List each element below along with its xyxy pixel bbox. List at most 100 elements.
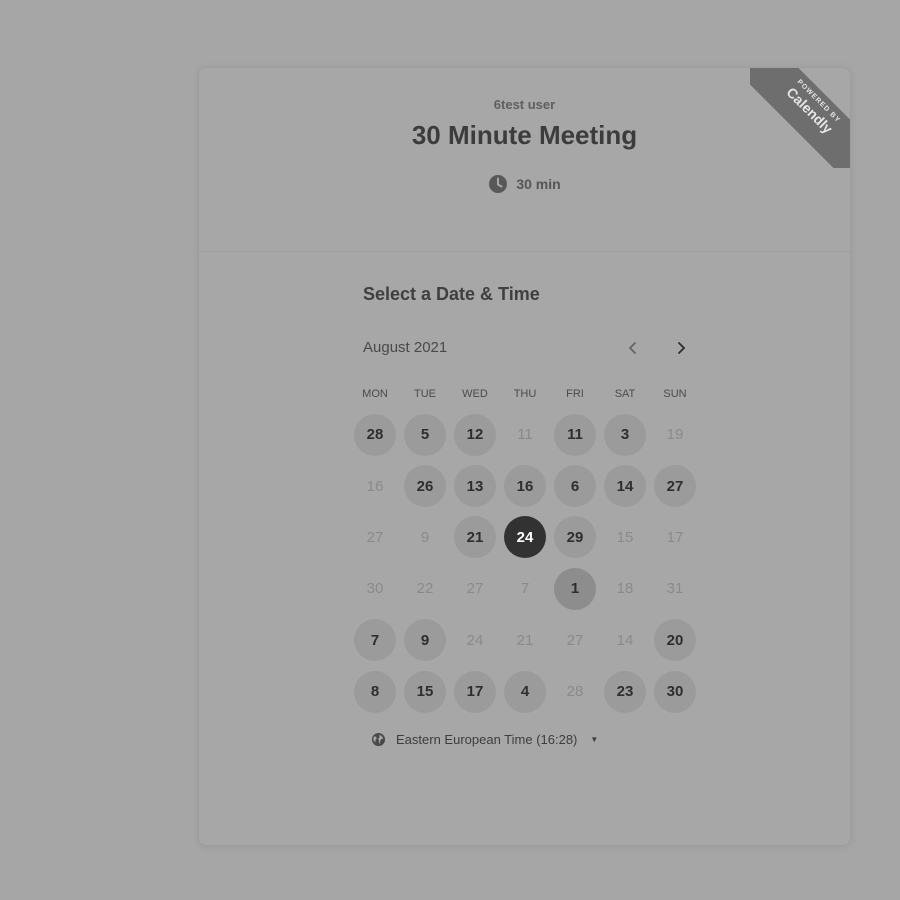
date-button[interactable]: 8 <box>354 670 396 713</box>
date-button[interactable]: 5 <box>404 413 446 456</box>
date-button[interactable]: 6 <box>554 465 596 508</box>
calendar-week-row: 7 9 24 21 27 14 20 <box>350 615 700 666</box>
calendar-week-row: 28 5 12 11 11 3 19 <box>350 409 700 460</box>
event-duration: 30 min <box>199 174 850 194</box>
calendar-cell: 21 <box>500 615 550 666</box>
calendar-cell: 14 <box>600 615 650 666</box>
calendar-cell: 26 <box>400 460 450 511</box>
date-button[interactable]: 30 <box>654 670 696 713</box>
date-button[interactable]: 12 <box>454 413 496 456</box>
weekday-label: TUE <box>414 388 436 400</box>
date-button[interactable]: 3 <box>604 413 646 456</box>
calendar-cell: 8 <box>350 666 400 717</box>
unavailable-date: 9 <box>420 528 430 546</box>
clock-icon <box>488 174 508 194</box>
date-button[interactable]: 9 <box>404 619 446 662</box>
calendar-cell: 31 <box>650 563 700 614</box>
next-month-button[interactable] <box>667 334 695 362</box>
date-button[interactable]: 15 <box>404 670 446 713</box>
calendar-cell: 16 <box>350 460 400 511</box>
calendar-cell: 17 <box>450 666 500 717</box>
unavailable-date: 17 <box>666 528 684 546</box>
calendar-cell: 7 <box>350 615 400 666</box>
unavailable-date: 27 <box>566 631 584 649</box>
calendar-cell: 27 <box>650 460 700 511</box>
weekday-label: FRI <box>566 388 584 400</box>
weekday-header: MON TUE WED THU FRI SAT SUN <box>350 388 700 400</box>
unavailable-date: 21 <box>516 631 534 649</box>
unavailable-date: 18 <box>616 580 634 598</box>
date-button[interactable]: 20 <box>654 619 696 662</box>
date-button[interactable]: 1 <box>554 567 596 610</box>
unavailable-date: 27 <box>366 528 384 546</box>
timezone-selector[interactable]: Eastern European Time (16:28) ▼ <box>371 732 598 747</box>
calendar-cell: 21 <box>450 512 500 563</box>
calendar-cell: 20 <box>650 615 700 666</box>
calendar-cell: 14 <box>600 460 650 511</box>
date-button[interactable]: 28 <box>354 413 396 456</box>
calendar-cell: 28 <box>350 409 400 460</box>
calendar-cell: 19 <box>650 409 700 460</box>
calendar-cell: 30 <box>350 563 400 614</box>
date-button[interactable]: 26 <box>404 465 446 508</box>
booking-card: 6test user 30 Minute Meeting 30 min Sele… <box>198 67 851 846</box>
calendar-week-row: 27 9 21 24 29 15 17 <box>350 512 700 563</box>
caret-down-icon: ▼ <box>590 735 599 744</box>
calendar-week-row: 8 15 17 4 28 23 30 <box>350 666 700 717</box>
unavailable-date: 22 <box>416 580 434 598</box>
date-button[interactable]: 29 <box>554 516 596 559</box>
calendar-cell: 5 <box>400 409 450 460</box>
month-label: August 2021 <box>363 339 448 356</box>
unavailable-date: 15 <box>616 528 634 546</box>
calendar-cell: 9 <box>400 615 450 666</box>
calendar-cell: 28 <box>550 666 600 717</box>
calendar-cell: 29 <box>550 512 600 563</box>
calendar-cell: 27 <box>550 615 600 666</box>
unavailable-date: 7 <box>520 580 530 598</box>
calendar-cell: 27 <box>350 512 400 563</box>
unavailable-date: 11 <box>517 426 533 444</box>
calendar-cell: 12 <box>450 409 500 460</box>
section-title: Select a Date & Time <box>363 284 540 304</box>
date-button[interactable]: 16 <box>504 465 546 508</box>
chevron-right-icon <box>678 342 686 354</box>
unavailable-date: 27 <box>466 580 484 598</box>
date-button[interactable]: 21 <box>454 516 496 559</box>
weekday-label: SUN <box>663 388 687 400</box>
calendar-cell: 6 <box>550 460 600 511</box>
previous-month-button[interactable] <box>619 334 647 362</box>
date-button[interactable]: 11 <box>554 413 596 456</box>
date-button[interactable]: 14 <box>604 465 646 508</box>
duration-label: 30 min <box>516 176 561 192</box>
unavailable-date: 31 <box>666 580 684 598</box>
calendar-cell: 24 <box>450 615 500 666</box>
date-button[interactable]: 4 <box>504 670 546 713</box>
weekday-label: THU <box>513 388 537 400</box>
calendar-cell: 9 <box>400 512 450 563</box>
weekday-label: MON <box>362 388 388 400</box>
month-navigation: August 2021 <box>363 338 693 360</box>
date-button[interactable]: 23 <box>604 670 646 713</box>
ribbon-band: POWERED BY Calendly <box>750 68 850 168</box>
timezone-label: Eastern European Time (16:28) <box>396 732 578 747</box>
weekday-label: SAT <box>614 388 636 400</box>
calendar-cell: 22 <box>400 563 450 614</box>
calendar-cell: 1 <box>550 563 600 614</box>
date-button[interactable]: 27 <box>654 465 696 508</box>
calendar-cell: 3 <box>600 409 650 460</box>
globe-icon <box>371 732 386 747</box>
calendar-cell: 27 <box>450 563 500 614</box>
calendar-cell: 30 <box>650 666 700 717</box>
date-button[interactable]: 17 <box>454 670 496 713</box>
selected-date-button[interactable]: 24 <box>504 516 546 559</box>
unavailable-date: 30 <box>366 580 384 598</box>
calendar-cell: 7 <box>500 563 550 614</box>
powered-by-ribbon[interactable]: POWERED BY Calendly <box>750 68 850 168</box>
calendar-cell: 16 <box>500 460 550 511</box>
calendar-cell: 17 <box>650 512 700 563</box>
calendar-cell: 11 <box>550 409 600 460</box>
calendar-week-row: 16 26 13 16 6 14 27 <box>350 460 700 511</box>
date-button[interactable]: 13 <box>454 465 496 508</box>
date-button[interactable]: 7 <box>354 619 396 662</box>
calendar-cell: 23 <box>600 666 650 717</box>
